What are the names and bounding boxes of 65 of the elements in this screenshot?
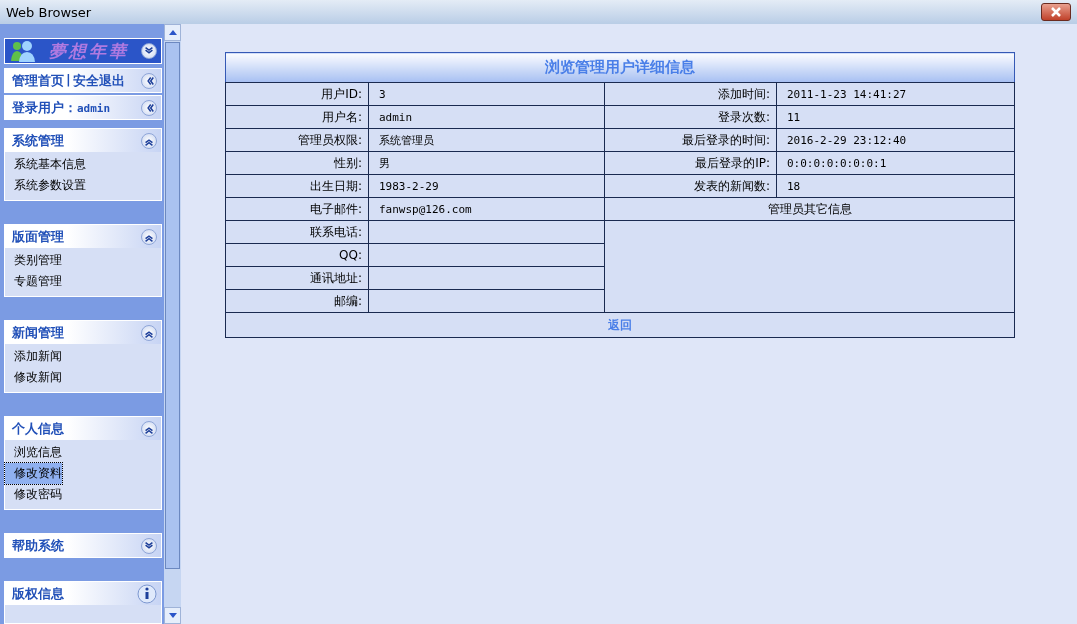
field-label: 邮编: (225, 289, 369, 313)
field-label: 联系电话: (225, 220, 369, 244)
people-icon (9, 40, 37, 62)
field-value: 系统管理员 (368, 128, 605, 152)
section-title: 版权信息 (12, 584, 64, 603)
logout-link[interactable]: 安全退出 (72, 71, 125, 90)
scrollbar[interactable] (164, 24, 181, 624)
user-name: admin (77, 101, 111, 115)
collapse-icon[interactable] (141, 72, 157, 89)
field-label: 最后登录的时间: (604, 128, 777, 152)
field-label: 发表的新闻数: (604, 174, 777, 198)
close-button[interactable] (1041, 3, 1071, 21)
collapse-icon[interactable] (141, 228, 157, 245)
section-title: 版面管理 (12, 227, 64, 246)
collapse-icon[interactable] (141, 324, 157, 341)
menu-item[interactable]: 修改新闻 (5, 367, 62, 388)
menu-item[interactable]: 修改密码 (5, 484, 62, 505)
close-icon (1049, 7, 1063, 17)
link-separator: | (66, 71, 71, 89)
field-label: 登录次数: (604, 105, 777, 129)
menu-item[interactable]: 系统参数设置 (5, 175, 86, 196)
collapse-icon[interactable] (141, 420, 157, 437)
menu-item[interactable]: 类别管理 (5, 250, 62, 271)
field-value: 1983-2-29 (368, 174, 605, 198)
field-label: 用户名: (225, 105, 369, 129)
section-title: 新闻管理 (12, 323, 64, 342)
down-arrow-icon[interactable] (168, 613, 177, 618)
expand-icon[interactable] (141, 43, 157, 59)
menu-item[interactable]: 浏览信息 (5, 442, 62, 463)
field-value: 男 (368, 151, 605, 175)
info-icon (137, 583, 157, 604)
field-label: QQ: (225, 243, 369, 267)
user-label: 登录用户： (12, 98, 77, 117)
field-label: 通讯地址: (225, 266, 369, 290)
field-value: 2016-2-29 23:12:40 (776, 128, 1015, 152)
menu-item[interactable]: 系统基本信息 (5, 154, 86, 175)
collapse-icon[interactable] (141, 132, 157, 149)
menu-item[interactable]: 添加新闻 (5, 346, 62, 367)
menu-item[interactable]: 修改资料 (5, 463, 62, 484)
logo-text: 夢想年華 (49, 39, 129, 63)
window-title: Web Browser (6, 4, 92, 20)
field-label: 最后登录的IP: (604, 151, 777, 175)
field-label: 管理员权限: (225, 128, 369, 152)
field-value: 11 (776, 105, 1015, 129)
home-link[interactable]: 管理首页 (12, 71, 64, 90)
field-label: 添加时间: (604, 82, 777, 106)
section-title: 个人信息 (12, 419, 64, 438)
expand-icon[interactable] (141, 537, 157, 554)
menu-item[interactable]: 专题管理 (5, 271, 62, 292)
field-value: 2011-1-23 14:41:27 (776, 82, 1015, 106)
field-value: fanwsp@126.com (368, 197, 605, 221)
field-label: 用户ID: (225, 82, 369, 106)
other-info-heading: 管理员其它信息 (604, 197, 1015, 221)
field-label: 电子邮件: (225, 197, 369, 221)
field-value: 18 (776, 174, 1015, 198)
field-value: admin (368, 105, 605, 129)
field-value: 3 (368, 82, 605, 106)
up-arrow-icon[interactable] (168, 30, 177, 35)
section-title: 系统管理 (12, 131, 64, 150)
field-label: 出生日期: (225, 174, 369, 198)
field-label: 性别: (225, 151, 369, 175)
collapse-icon[interactable] (141, 99, 157, 116)
field-value: 0:0:0:0:0:0:0:1 (776, 151, 1015, 175)
section-title: 帮助系统 (12, 536, 64, 555)
table-title: 浏览管理用户详细信息 (225, 52, 1015, 83)
